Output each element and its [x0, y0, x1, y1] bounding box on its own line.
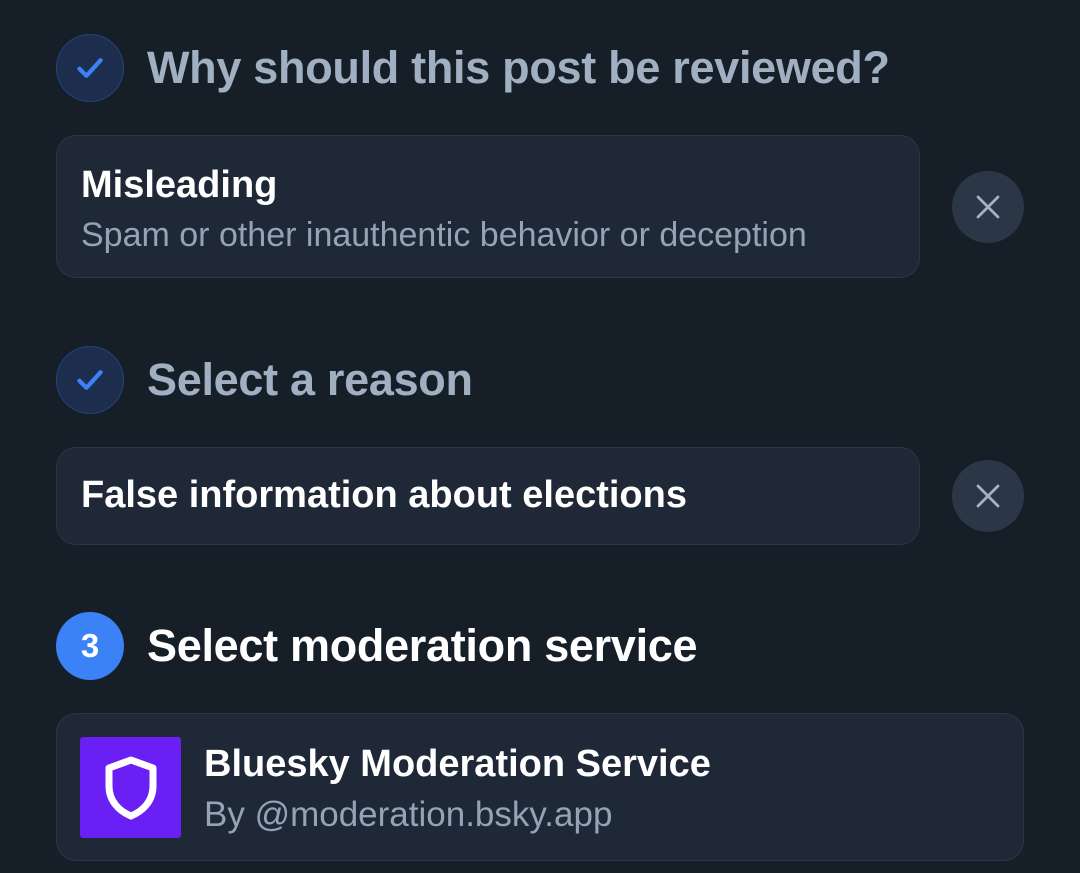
step-3-title: Select moderation service: [147, 620, 698, 671]
step-2-check-badge: [56, 346, 124, 414]
report-dialog: Why should this post be reviewed? Mislea…: [0, 0, 1080, 873]
check-icon: [77, 58, 103, 78]
service-name: Bluesky Moderation Service: [204, 743, 711, 785]
reason-title: False information about elections: [81, 474, 687, 517]
step-3-header: 3 Select moderation service: [56, 612, 698, 680]
step-1-header: Why should this post be reviewed?: [56, 34, 890, 102]
step-2-title: Select a reason: [147, 354, 473, 405]
step-1-check-badge: [56, 34, 124, 102]
step-2-header: Select a reason: [56, 346, 473, 414]
moderation-service-option[interactable]: Bluesky Moderation Service By @moderatio…: [56, 713, 1024, 861]
selected-category-card[interactable]: Misleading Spam or other inauthentic beh…: [56, 135, 920, 278]
service-handle: By @moderation.bsky.app: [204, 794, 613, 834]
service-logo: [80, 737, 181, 838]
step-1-title: Why should this post be reviewed?: [147, 42, 890, 93]
clear-category-button[interactable]: [952, 171, 1024, 243]
selected-reason-card[interactable]: False information about elections: [56, 447, 920, 545]
close-icon: [976, 195, 1000, 219]
step-3-number-badge: 3: [56, 612, 124, 680]
close-icon: [976, 484, 1000, 508]
clear-reason-button[interactable]: [952, 460, 1024, 532]
step-3-number: 3: [80, 627, 100, 664]
service-text: Bluesky Moderation Service By @moderatio…: [204, 742, 711, 837]
category-description: Spam or other inauthentic behavior or de…: [81, 215, 807, 254]
category-title: Misleading: [81, 164, 278, 206]
check-icon: [77, 370, 103, 390]
shield-icon: [105, 756, 156, 819]
